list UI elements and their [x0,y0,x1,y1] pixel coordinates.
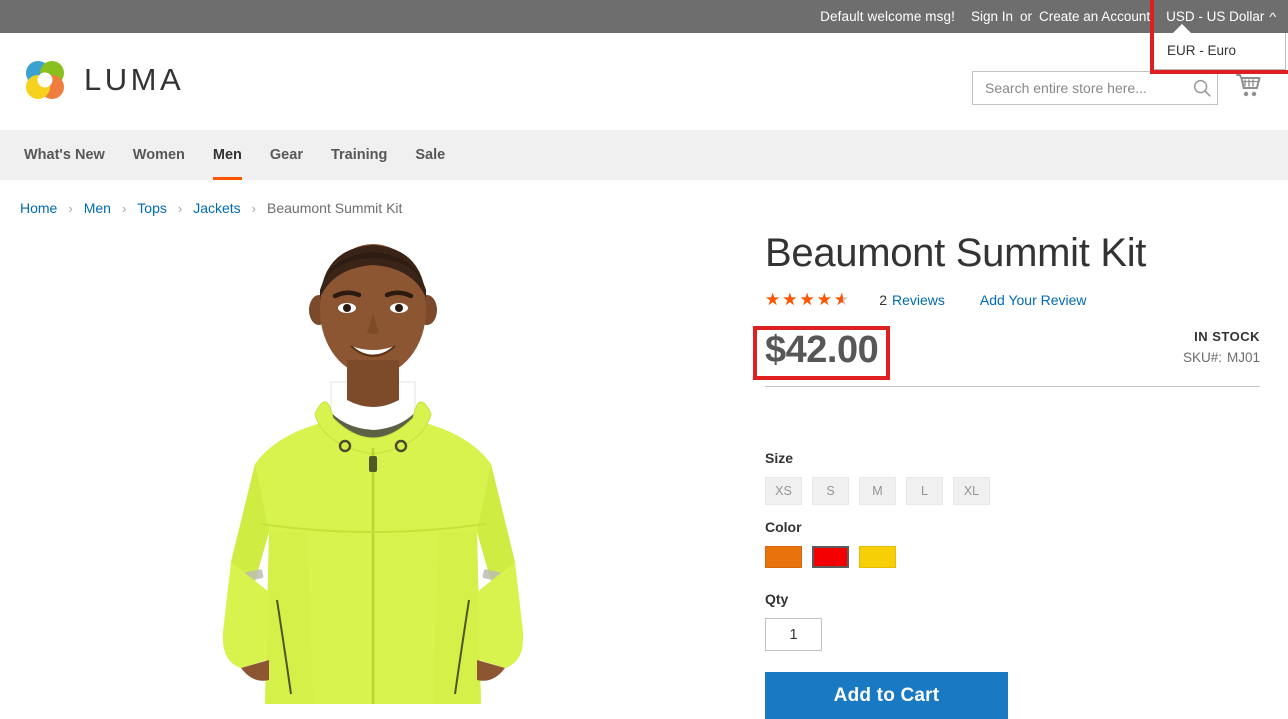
product-photo [20,232,726,704]
site-header: LUMA [0,33,1288,130]
section-divider [765,386,1260,388]
breadcrumb-item-home[interactable]: Home [20,200,57,216]
sku-label: SKU#: [1182,350,1222,366]
logo[interactable]: LUMA [20,55,184,105]
breadcrumb-item-current: Beaumont Summit Kit [267,200,403,216]
top-panel: Default welcome msg! Sign In or Create a… [0,0,1288,33]
sign-in-link[interactable]: Sign In [971,9,1013,24]
sku-value: MJ01 [1226,350,1260,366]
create-account-link[interactable]: Create an Account [1039,9,1150,24]
breadcrumb-separator: › [121,200,127,216]
status-badge: IN STOCK [1194,329,1260,345]
nav-item-whats-new[interactable]: What's New [10,130,119,180]
add-to-cart-button[interactable]: Add to Cart [765,672,1008,719]
breadcrumb-separator: › [251,200,257,216]
color-option-group: Color [765,519,1260,569]
color-swatch-orange[interactable] [765,546,802,569]
nav-item-gear[interactable]: Gear [256,130,317,180]
product-sku: SKU#: MJ01 [1183,350,1260,365]
nav-item-women[interactable]: Women [119,130,199,180]
color-swatch-yellow[interactable] [859,546,896,569]
search-icon [1193,79,1211,97]
qty-group: Qty [765,591,1260,652]
currency-switcher-label: USD - US Dollar [1166,9,1265,24]
nav-item-sale[interactable]: Sale [401,130,459,180]
color-swatch-red[interactable] [812,546,849,569]
breadcrumb-item-jackets[interactable]: Jackets [193,200,240,216]
page-title: Beaumont Summit Kit [765,231,1147,275]
color-label: Color [765,519,802,536]
stock-info: IN STOCK SKU#: MJ01 [1183,329,1260,365]
breadcrumb-separator: › [177,200,183,216]
product-reviews-summary: ★★★★★ ★★★★★ 2 Reviews Add Your Review [765,291,1260,308]
dropdown-arrow-icon [1173,24,1191,33]
breadcrumb-item-men[interactable]: Men [84,200,111,216]
add-your-review-link[interactable]: Add Your Review [980,292,1087,308]
reviews-count: 2 [879,291,887,308]
size-label: Size [765,450,794,467]
nav-item-training[interactable]: Training [317,130,401,180]
minicart-button[interactable] [1232,69,1264,101]
size-swatches: XS S M L XL [765,477,1260,506]
product-image[interactable] [20,232,726,704]
or-separator: or [1020,9,1033,24]
color-swatches [765,546,1260,569]
size-swatch-xl[interactable]: XL [953,477,990,506]
top-panel-links: Default welcome msg! Sign In or Create a… [820,6,1288,27]
search-input[interactable] [972,71,1218,105]
breadcrumb-item-tops[interactable]: Tops [137,200,167,216]
shopping-cart-icon [1236,74,1261,97]
rating-stars-filled: ★★★★★ [765,291,843,309]
welcome-message: Default welcome msg! [820,9,955,24]
currency-option-eur[interactable]: EUR - Euro [1153,39,1285,62]
breadcrumb: Home › Men › Tops › Jackets › Beaumont S… [20,200,402,216]
size-option-group: Size XS S M L XL [765,450,1260,506]
size-swatch-s[interactable]: S [812,477,849,506]
search-button[interactable] [1191,77,1213,99]
chevron-up-icon: ^ [1269,9,1277,24]
reviews-label: Reviews [892,291,945,308]
product-info: Beaumont Summit Kit ★★★★★ ★★★★★ 2 Reviews… [765,231,1260,719]
size-swatch-xs[interactable]: XS [765,477,802,506]
product-price: $42.00 [765,329,879,372]
reviews-link[interactable]: 2 Reviews [879,292,945,308]
breadcrumb-separator: › [68,200,73,216]
size-swatch-m[interactable]: M [859,477,896,506]
quantity-stepper[interactable] [765,618,822,652]
search-box [972,71,1218,105]
rating-stars[interactable]: ★★★★★ ★★★★★ [765,291,851,308]
luma-circles-logo [26,61,64,99]
price-stock-row: $42.00 IN STOCK SKU#: MJ01 [765,322,1260,380]
currency-dropdown: EUR - Euro [1152,24,1286,70]
nav-item-men[interactable]: Men [199,130,256,180]
size-swatch-l[interactable]: L [906,477,943,506]
logo-text: LUMA [84,62,185,97]
qty-label: Qty [765,591,789,608]
main-navigation: What's New Women Men Gear Training Sale [0,130,1288,180]
